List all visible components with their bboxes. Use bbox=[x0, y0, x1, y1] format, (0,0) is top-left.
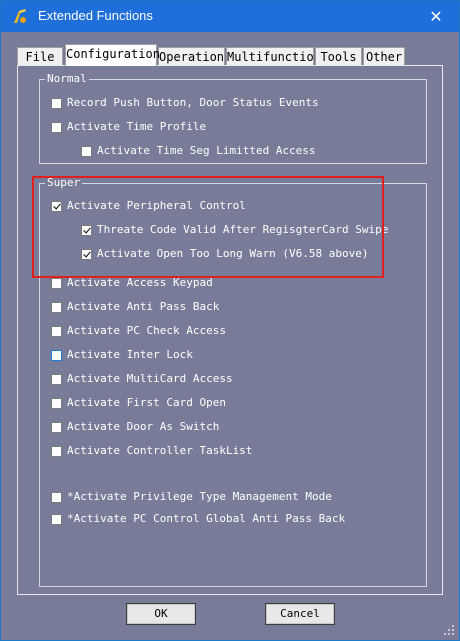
record-push-button-label: Record Push Button, Door Status Events bbox=[67, 96, 319, 109]
time-seg-limitted-access-checkbox[interactable] bbox=[81, 146, 92, 157]
global-anti-pass-back-label: *Activate PC Control Global Anti Pass Ba… bbox=[67, 512, 346, 525]
tab-file[interactable]: File bbox=[17, 47, 63, 65]
ok-button[interactable]: OK bbox=[126, 603, 196, 625]
time-seg-limitted-access-label: Activate Time Seg Limitted Access bbox=[97, 144, 316, 157]
extended-functions-window: Extended Functions ✕ File Configuration … bbox=[0, 0, 460, 641]
tab-tools[interactable]: Tools bbox=[315, 47, 362, 65]
resize-grip-icon[interactable] bbox=[443, 624, 455, 636]
pc-check-access-label: Activate PC Check Access bbox=[67, 324, 226, 337]
anti-pass-back-label: Activate Anti Pass Back bbox=[67, 300, 220, 313]
controller-tasklist-checkbox[interactable] bbox=[51, 446, 62, 457]
tab-other[interactable]: Other bbox=[363, 47, 405, 65]
tab-operation[interactable]: Operation bbox=[158, 47, 225, 65]
tab-multifunction[interactable]: Multifunction bbox=[226, 47, 321, 65]
first-card-open-checkbox[interactable] bbox=[51, 398, 62, 409]
record-push-button-checkbox[interactable] bbox=[51, 98, 62, 109]
pc-check-access-checkbox[interactable] bbox=[51, 326, 62, 337]
privilege-type-mode-label: *Activate Privilege Type Management Mode bbox=[67, 490, 332, 503]
multicard-access-label: Activate MultiCard Access bbox=[67, 372, 233, 385]
door-as-switch-checkbox[interactable] bbox=[51, 422, 62, 433]
window-title: Extended Functions bbox=[38, 8, 153, 23]
activate-time-profile-label: Activate Time Profile bbox=[67, 120, 207, 133]
title-bar[interactable]: Extended Functions ✕ bbox=[1, 1, 459, 32]
privilege-type-mode-checkbox[interactable] bbox=[51, 492, 62, 503]
activate-time-profile-checkbox[interactable] bbox=[51, 122, 62, 133]
close-icon[interactable]: ✕ bbox=[413, 1, 459, 32]
app-icon bbox=[14, 9, 26, 23]
controller-tasklist-label: Activate Controller TaskList bbox=[67, 444, 253, 457]
red-highlight-box bbox=[32, 176, 384, 278]
anti-pass-back-checkbox[interactable] bbox=[51, 302, 62, 313]
tab-configuration[interactable]: Configuration bbox=[65, 44, 160, 66]
global-anti-pass-back-checkbox[interactable] bbox=[51, 514, 62, 525]
multicard-access-checkbox[interactable] bbox=[51, 374, 62, 385]
access-keypad-label: Activate Access Keypad bbox=[67, 276, 213, 289]
door-as-switch-label: Activate Door As Switch bbox=[67, 420, 220, 433]
inter-lock-checkbox[interactable] bbox=[51, 350, 62, 361]
cancel-button[interactable]: Cancel bbox=[265, 603, 335, 625]
inter-lock-label: Activate Inter Lock bbox=[67, 348, 193, 361]
access-keypad-checkbox[interactable] bbox=[51, 278, 62, 289]
normal-group-label: Normal bbox=[45, 72, 89, 86]
first-card-open-label: Activate First Card Open bbox=[67, 396, 226, 409]
